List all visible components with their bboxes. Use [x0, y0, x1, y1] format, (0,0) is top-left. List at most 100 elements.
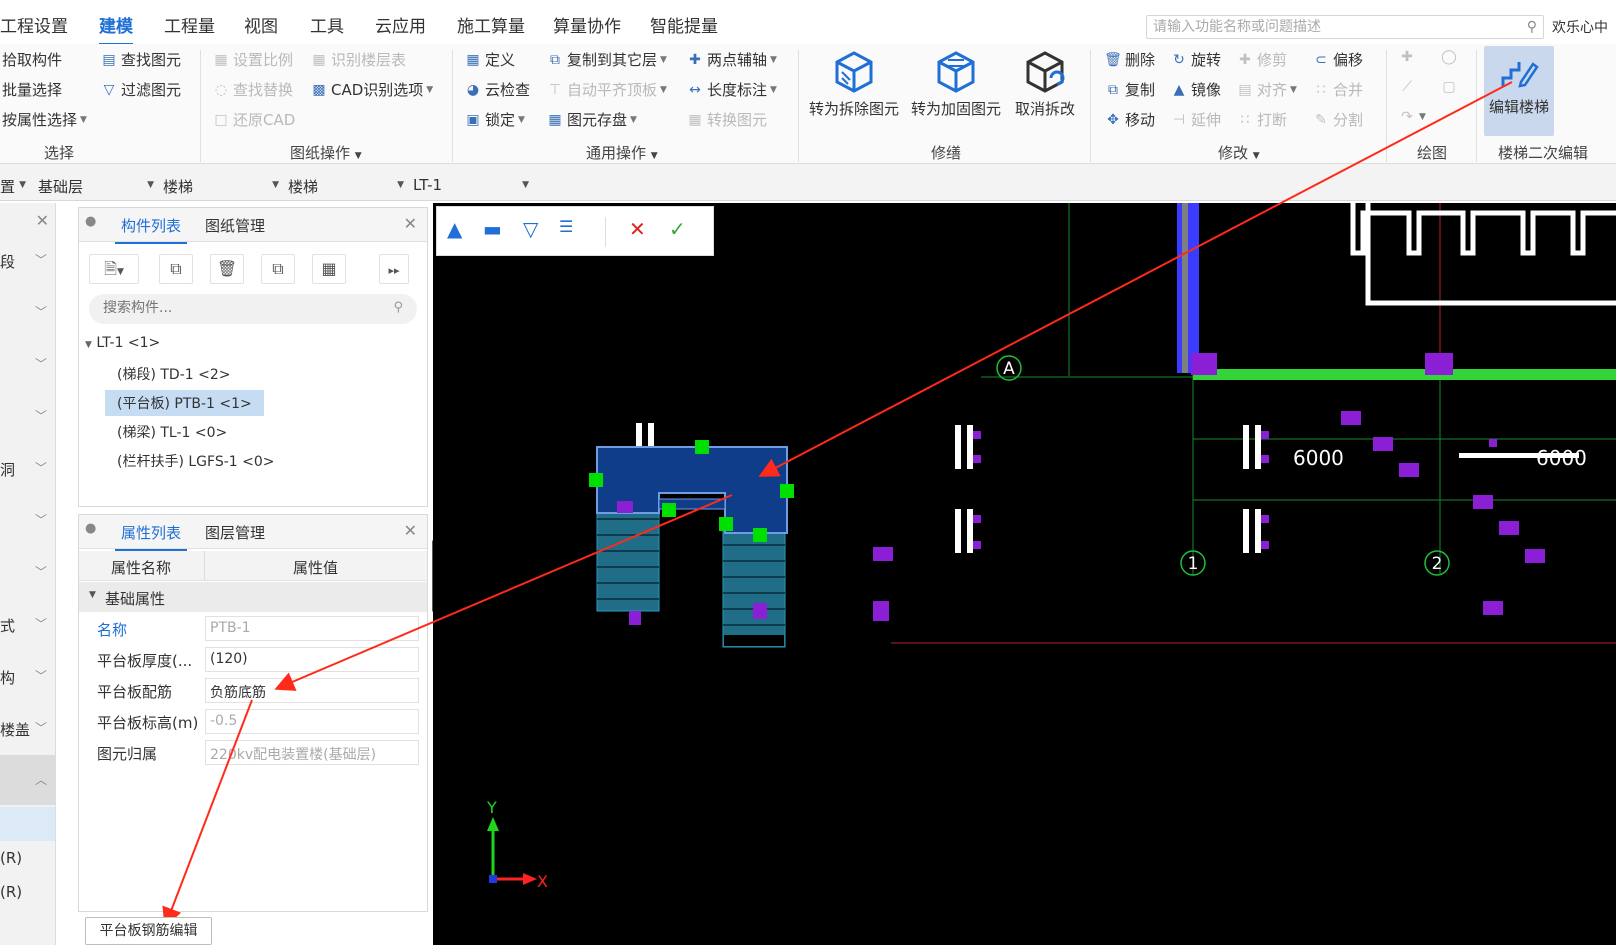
component-search-input[interactable]	[103, 300, 373, 316]
draw-rect-button[interactable]: ▢	[1440, 79, 1458, 95]
menu-quantity[interactable]: 工程量	[164, 12, 215, 37]
cancel-icon[interactable]: ✕	[629, 217, 646, 241]
find-replace-button[interactable]: ◌ 查找替换	[212, 79, 293, 100]
function-search-input[interactable]	[1153, 18, 1513, 36]
nav-item[interactable]: ﹀	[0, 495, 55, 545]
lock-button[interactable]: ▣ 锁定 ▼	[464, 109, 525, 130]
railing-tool-icon[interactable]: ▽	[523, 217, 538, 241]
property-value[interactable]: PTB-1	[205, 616, 419, 641]
two-point-axis-button[interactable]: ✚ 两点辅轴 ▼	[686, 49, 777, 70]
close-icon[interactable]: ✕	[36, 211, 49, 230]
component-search[interactable]: ⚲	[89, 294, 417, 324]
menu-tools[interactable]: 工具	[310, 12, 344, 37]
convert-demolish-button[interactable]: 转为拆除图元	[808, 44, 900, 164]
filter-element-button[interactable]: ▽ 过滤图元	[100, 79, 181, 100]
menu-project-settings[interactable]: 工程设置	[0, 12, 68, 37]
confirm-icon[interactable]: ✓	[669, 217, 686, 241]
property-value[interactable]: (120)	[205, 647, 419, 672]
close-icon[interactable]: ✕	[404, 521, 417, 540]
split-button[interactable]: ✎ 分割	[1312, 109, 1363, 130]
selector-settings[interactable]: 置 ▼	[0, 176, 30, 200]
batch-select-button[interactable]: 批量选择	[2, 79, 62, 100]
length-dim-button[interactable]: ↔ 长度标注 ▼	[686, 79, 777, 100]
search-icon[interactable]: ⚲	[393, 300, 403, 315]
stair-flight-tool-icon[interactable]: ▲	[447, 217, 462, 241]
new-component-button[interactable]: 🗎▼	[89, 254, 139, 284]
set-scale-button[interactable]: ▦ 设置比例	[212, 49, 293, 70]
move-button[interactable]: ✥ 移动	[1104, 109, 1155, 130]
rotate-button[interactable]: ↻ 旋转	[1170, 49, 1221, 70]
extend-button[interactable]: ⊣ 延伸	[1170, 109, 1221, 130]
convert-element-button[interactable]: ▦ 转换图元	[686, 109, 767, 130]
platform-tool-icon[interactable]: ▬	[483, 217, 502, 241]
tree-item-beam[interactable]: (梯梁) TL-1 <0>	[117, 422, 227, 442]
menu-smart[interactable]: 智能提量	[650, 12, 718, 37]
draw-curve-button[interactable]: ↷ ▼	[1398, 109, 1426, 125]
delete-button[interactable]: 🗑 删除	[1104, 49, 1155, 70]
identify-floor-table-button[interactable]: ▦ 识别楼层表	[310, 49, 406, 70]
nav-subitem[interactable]: (R)	[0, 877, 55, 911]
restore-cad-button[interactable]: □ 还原CAD	[212, 109, 295, 130]
tab-drawing-management[interactable]: 图纸管理	[205, 215, 265, 236]
align-button[interactable]: ▤ 对齐 ▼	[1236, 79, 1297, 100]
find-element-button[interactable]: ▤ 查找图元	[100, 49, 181, 70]
nav-item[interactable]: ﹀	[0, 339, 55, 389]
drawing-canvas[interactable]: A 1 2 6000 6000	[433, 203, 1616, 945]
element-save-button[interactable]: ▦ 图元存盘 ▼	[546, 109, 637, 130]
menu-cloud[interactable]: 云应用	[375, 12, 426, 37]
pin-icon[interactable]: ●	[85, 521, 96, 536]
cancel-repair-button[interactable]: 取消拆改	[1012, 44, 1078, 164]
nav-subitem-stair[interactable]	[0, 807, 55, 841]
tab-property-list[interactable]: 属性列表	[114, 522, 188, 551]
copy-component-button[interactable]: ⧉	[159, 254, 193, 284]
tab-layer-management[interactable]: 图层管理	[205, 522, 265, 543]
nav-item[interactable]: 式 ﹀	[0, 599, 55, 649]
pick-button[interactable]: 拾取构件	[2, 49, 62, 70]
property-group-row[interactable]: ▼ 基础属性	[79, 582, 427, 612]
menu-view[interactable]: 视图	[244, 12, 278, 37]
define-button[interactable]: ▦ 定义	[464, 49, 515, 70]
cloud-check-button[interactable]: ◕ 云检查	[464, 79, 530, 100]
draw-line-button[interactable]: ⟋	[1398, 79, 1416, 95]
draw-point-button[interactable]: ✚	[1398, 49, 1416, 65]
merge-button[interactable]: ∷ 合并	[1312, 79, 1363, 100]
nav-item[interactable]: 段 ﹀	[0, 235, 55, 285]
nav-item[interactable]: ﹀	[0, 547, 55, 597]
tree-item-platform[interactable]: (平台板) PTB-1 <1>	[105, 390, 264, 416]
property-value[interactable]: -0.5	[205, 709, 419, 734]
tree-root[interactable]: ▼ LT-1 <1>	[85, 335, 160, 351]
nav-item-stairs[interactable]: ︿	[0, 755, 55, 805]
save-component-button[interactable]: ▦	[312, 254, 346, 284]
tree-item-flight[interactable]: (梯段) TD-1 <2>	[117, 364, 230, 384]
nav-item[interactable]: 楼盖 ﹀	[0, 703, 55, 753]
break-button[interactable]: ∷ 打断	[1236, 109, 1287, 130]
trim-button[interactable]: ✚ 修剪	[1236, 49, 1287, 70]
draw-arc-button[interactable]: ◯	[1440, 49, 1458, 65]
selector-type[interactable]: 楼梯 ▼	[288, 176, 408, 200]
nav-item[interactable]: ﹀	[0, 391, 55, 441]
cad-options-button[interactable]: ▩ CAD识别选项 ▼	[310, 79, 433, 100]
stair-step-tool-icon[interactable]: ☰	[559, 217, 573, 236]
select-by-attr-button[interactable]: 按属性选择 ▼	[2, 109, 87, 130]
copy-button[interactable]: ⧉ 复制	[1104, 79, 1155, 100]
more-button[interactable]: ▸▸	[379, 254, 409, 284]
menu-collab[interactable]: 算量协作	[553, 12, 621, 37]
platform-rebar-edit-button[interactable]: 平台板钢筋编辑	[85, 917, 212, 945]
selector-component[interactable]: LT-1 ▼	[413, 176, 533, 200]
tree-item-railing[interactable]: (栏杆扶手) LGFS-1 <0>	[117, 451, 275, 471]
selector-floor[interactable]: 基础层 ▼	[38, 176, 158, 200]
close-icon[interactable]: ✕	[404, 214, 417, 233]
function-search[interactable]: ⚲	[1146, 15, 1544, 39]
menu-construction[interactable]: 施工算量	[457, 12, 525, 37]
menu-modeling[interactable]: 建模	[99, 12, 133, 46]
nav-item[interactable]: 构 ﹀	[0, 651, 55, 701]
property-value[interactable]: 负筋底筋	[205, 678, 419, 703]
nav-subitem[interactable]: (R)	[0, 843, 55, 877]
mirror-button[interactable]: ▲ 镜像	[1170, 79, 1221, 100]
offset-button[interactable]: ⊂ 偏移	[1312, 49, 1363, 70]
selector-category[interactable]: 楼梯 ▼	[163, 176, 283, 200]
delete-component-button[interactable]: 🗑	[210, 254, 244, 284]
property-value[interactable]: 220kv配电装置楼(基础层)	[205, 740, 419, 765]
auto-align-top-button[interactable]: ⊤ 自动平齐顶板 ▼	[546, 79, 667, 100]
nav-item[interactable]: 洞 ﹀	[0, 443, 55, 493]
